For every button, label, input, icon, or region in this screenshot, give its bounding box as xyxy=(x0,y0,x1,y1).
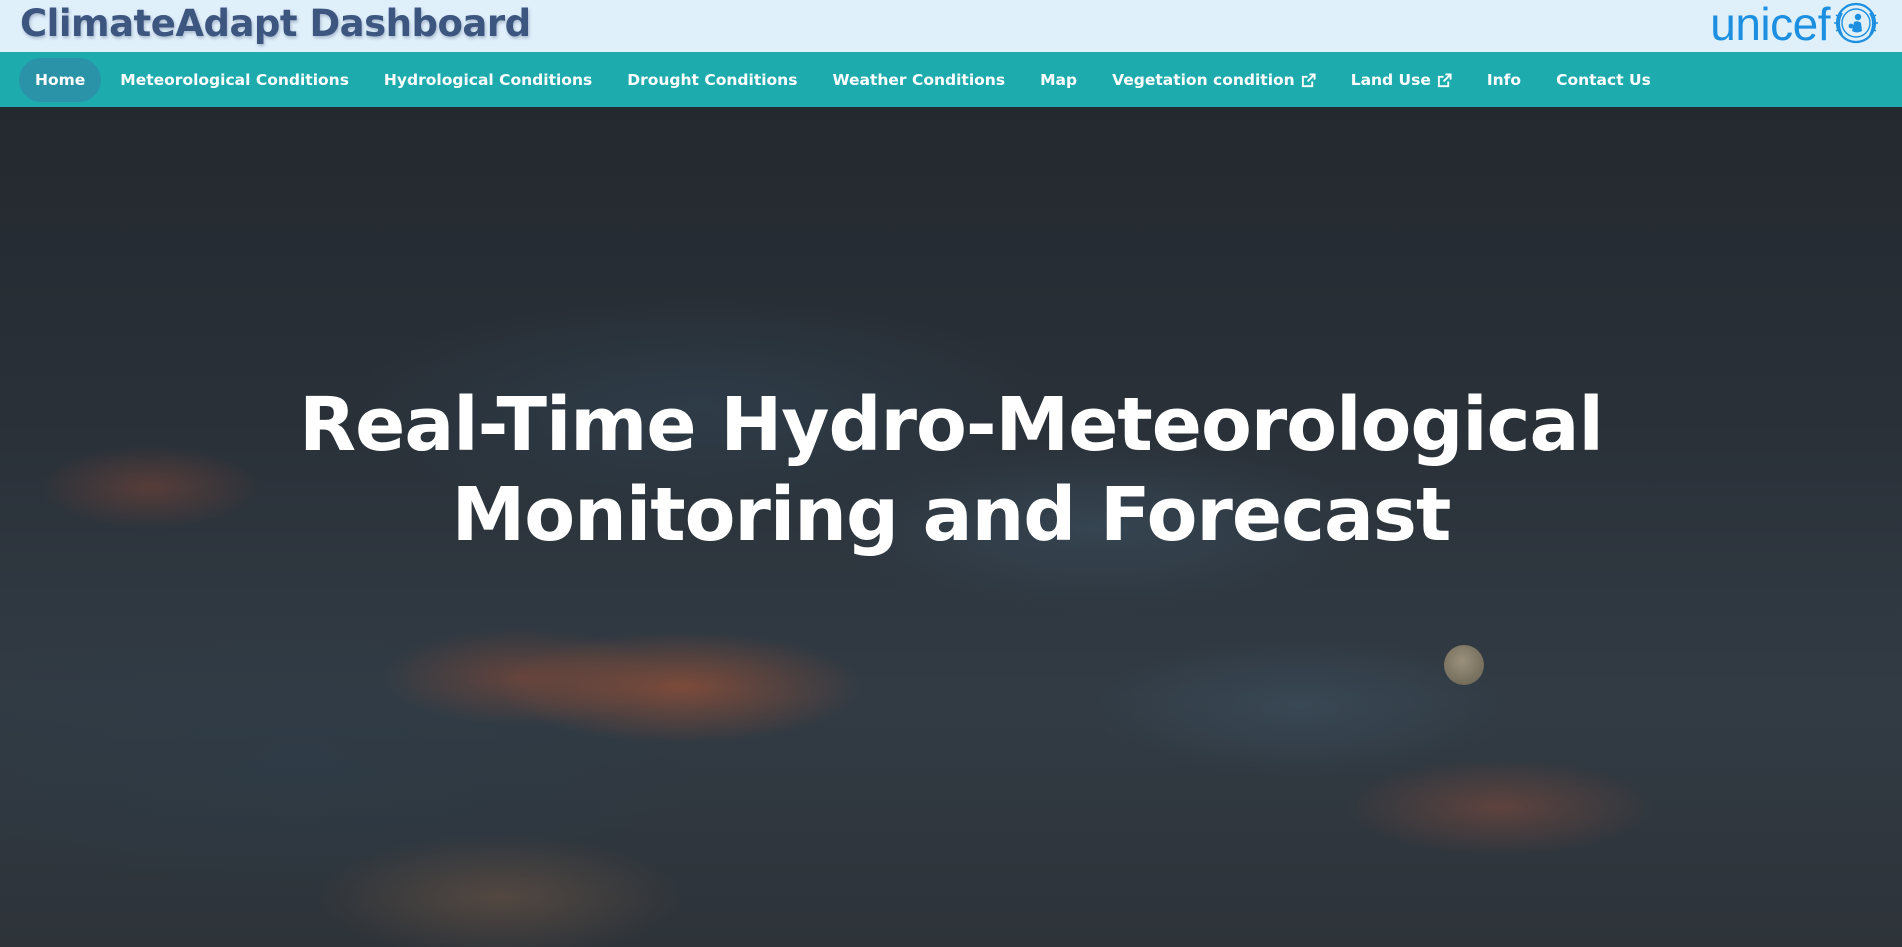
nav-item-vegetation-condition[interactable]: Vegetation condition xyxy=(1096,58,1332,102)
external-link-icon xyxy=(1301,72,1316,87)
site-header: ClimateAdapt Dashboard unicef xyxy=(0,0,1902,52)
nav-item-drought-conditions[interactable]: Drought Conditions xyxy=(611,58,813,102)
nav-item-label: Drought Conditions xyxy=(627,71,798,89)
nav-item-label: Home xyxy=(35,71,86,89)
nav-item-weather-conditions[interactable]: Weather Conditions xyxy=(816,58,1021,102)
nav-item-label: Vegetation condition xyxy=(1112,71,1295,89)
nav-item-hydrological-conditions[interactable]: Hydrological Conditions xyxy=(368,58,608,102)
nav-item-label: Contact Us xyxy=(1556,71,1651,89)
nav-item-home[interactable]: Home xyxy=(19,58,102,102)
nav-item-meteorological-conditions[interactable]: Meteorological Conditions xyxy=(104,58,365,102)
nav-item-map[interactable]: Map xyxy=(1024,58,1093,102)
nav-item-label: Weather Conditions xyxy=(832,71,1006,89)
main-navbar: Home Meteorological Conditions Hydrologi… xyxy=(0,52,1902,108)
hero-title-line-1: Real-Time Hydro-Meteorological xyxy=(299,382,1604,468)
nav-item-label: Info xyxy=(1486,71,1522,89)
moon-graphic xyxy=(1444,645,1484,685)
unicef-logo[interactable]: unicef xyxy=(1710,0,1880,52)
unicef-emblem-icon xyxy=(1834,2,1878,44)
nav-item-label: Hydrological Conditions xyxy=(383,71,593,89)
nav-item-land-use[interactable]: Land Use xyxy=(1335,58,1468,102)
external-link-icon xyxy=(1437,72,1452,87)
logo-wordmark: unicef xyxy=(1710,0,1830,50)
nav-item-contact-us[interactable]: Contact Us xyxy=(1540,58,1667,102)
hero-title-line-2: Monitoring and Forecast xyxy=(451,472,1452,558)
nav-list: Home Meteorological Conditions Hydrologi… xyxy=(19,58,1670,102)
nav-item-label: Land Use xyxy=(1350,71,1431,89)
nav-item-label: Map xyxy=(1040,71,1078,89)
nav-item-label: Meteorological Conditions xyxy=(120,71,349,89)
hero-title: Real-Time Hydro-Meteorological Monitorin… xyxy=(0,380,1902,560)
nav-item-info[interactable]: Info xyxy=(1471,58,1537,102)
site-title[interactable]: ClimateAdapt Dashboard xyxy=(20,2,531,45)
